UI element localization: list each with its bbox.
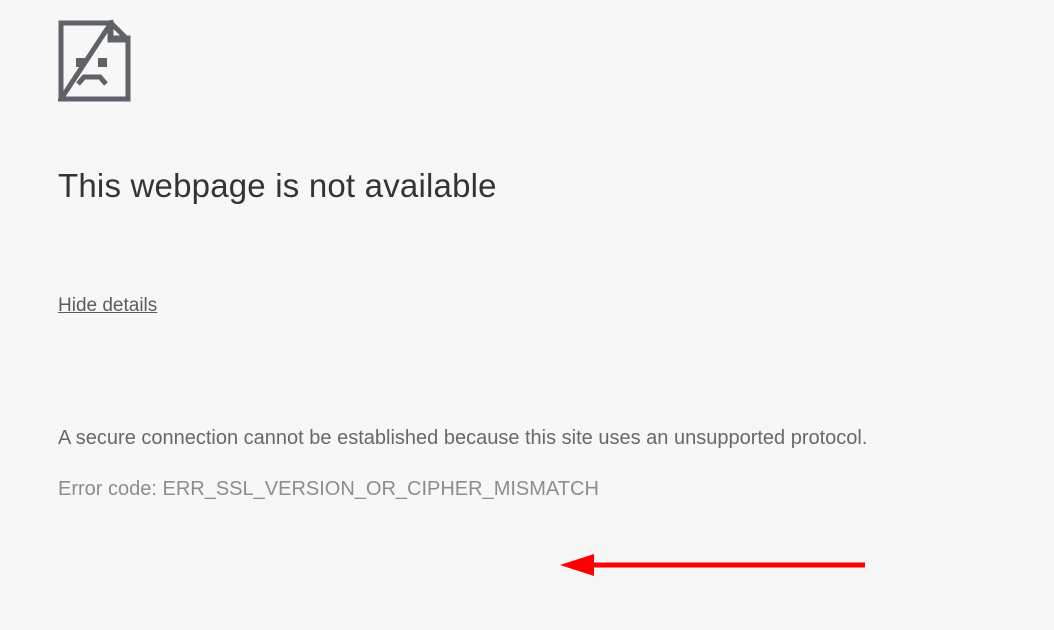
error-detail-message: A secure connection cannot be establishe…: [58, 427, 996, 450]
sad-page-icon: [58, 20, 996, 107]
hide-details-link[interactable]: Hide details: [58, 295, 157, 317]
error-code-label: Error code:: [58, 478, 162, 500]
page-title: This webpage is not available: [58, 167, 996, 205]
annotation-arrow-icon: [560, 550, 870, 585]
error-code-line: Error code: ERR_SSL_VERSION_OR_CIPHER_MI…: [58, 478, 996, 501]
error-code-value: ERR_SSL_VERSION_OR_CIPHER_MISMATCH: [162, 478, 598, 500]
